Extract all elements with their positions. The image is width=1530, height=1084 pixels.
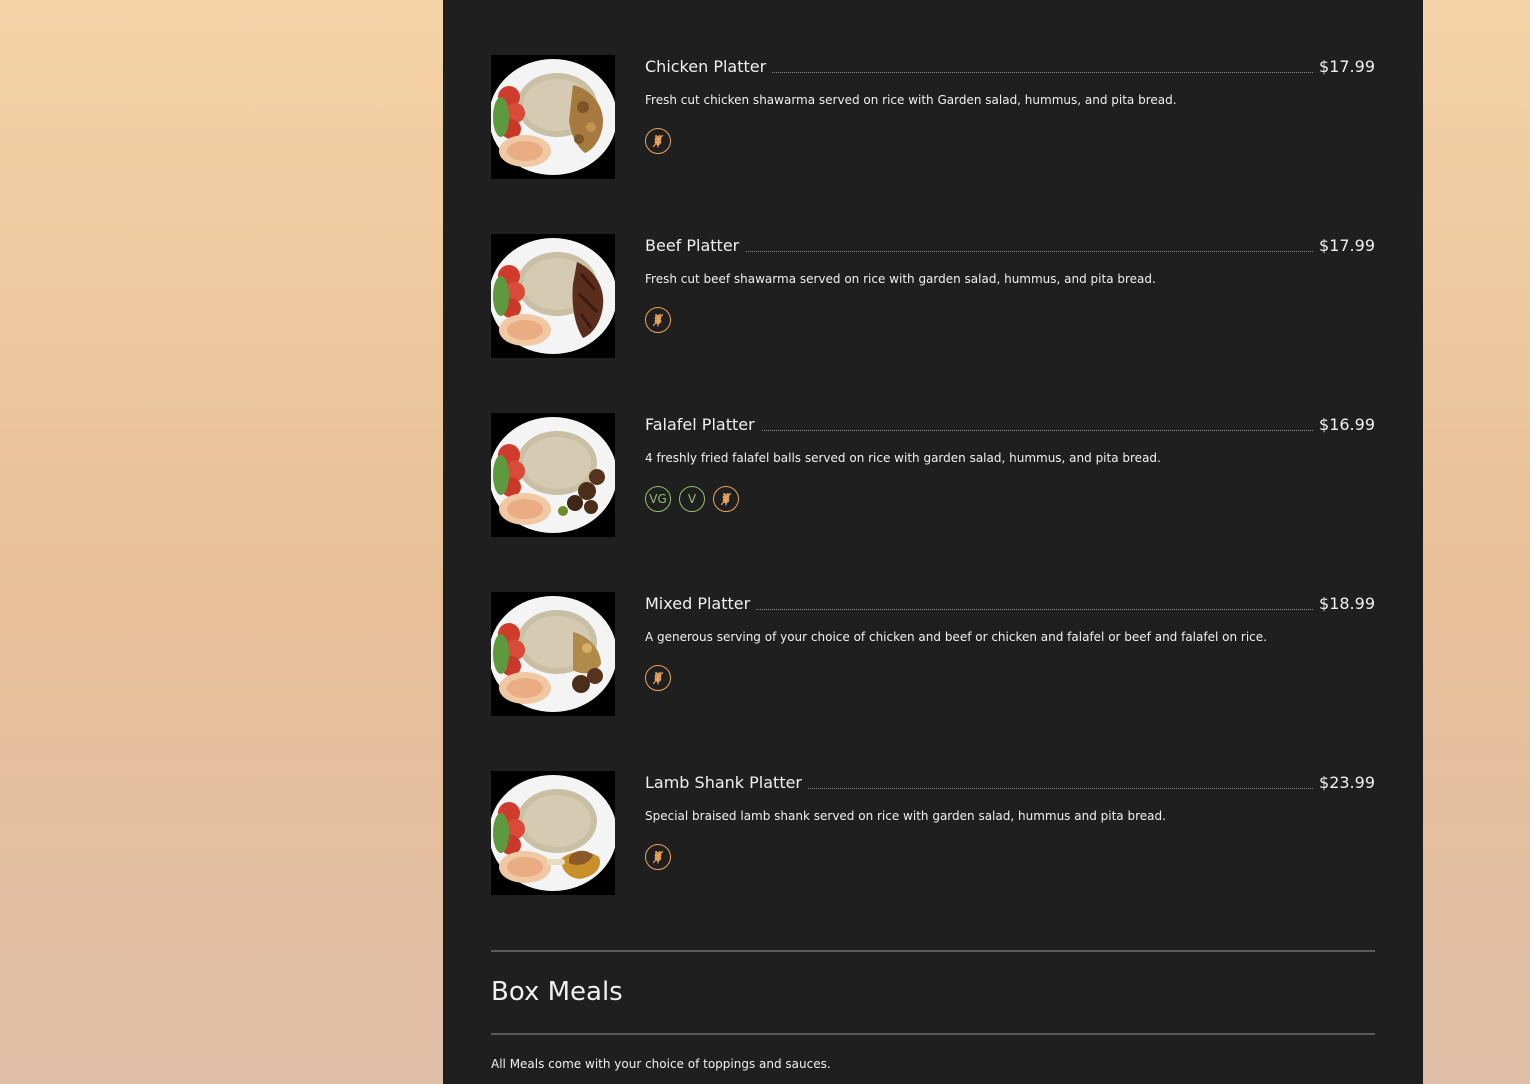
menu-panel: Chicken Platter $17.99 Fresh cut chicken… xyxy=(443,0,1423,1084)
section-divider-top xyxy=(491,950,1375,952)
dietary-badges xyxy=(645,665,671,691)
leader-dots xyxy=(645,250,1317,252)
section-title: Box Meals xyxy=(491,977,623,1007)
gluten-free-icon xyxy=(713,486,739,512)
item-name: Beef Platter xyxy=(645,236,746,256)
item-description: Fresh cut beef shawarma served on rice w… xyxy=(645,272,1156,286)
gluten-free-icon xyxy=(645,307,671,333)
item-price: $17.99 xyxy=(1313,57,1375,77)
item-description: Special braised lamb shank served on ric… xyxy=(645,809,1166,823)
dietary-badges xyxy=(645,307,671,333)
item-description: 4 freshly fried falafel balls served on … xyxy=(645,451,1161,465)
menu-item-mixed-platter[interactable]: Mixed Platter $18.99 A generous serving … xyxy=(491,592,1375,716)
menu-item-lamb-shank-platter[interactable]: Lamb Shank Platter $23.99 Special braise… xyxy=(491,771,1375,895)
dish-photo[interactable] xyxy=(491,771,615,895)
item-description: A generous serving of your choice of chi… xyxy=(645,630,1267,644)
menu-item-chicken-platter[interactable]: Chicken Platter $17.99 Fresh cut chicken… xyxy=(491,55,1375,179)
dietary-badges xyxy=(645,128,671,154)
item-price: $23.99 xyxy=(1313,773,1375,793)
dish-photo[interactable] xyxy=(491,592,615,716)
menu-item-beef-platter[interactable]: Beef Platter $17.99 Fresh cut beef shawa… xyxy=(491,234,1375,358)
item-name: Chicken Platter xyxy=(645,57,773,77)
item-price: $16.99 xyxy=(1313,415,1375,435)
item-price: $17.99 xyxy=(1313,236,1375,256)
item-price: $18.99 xyxy=(1313,594,1375,614)
vegetarian-icon: V xyxy=(679,486,705,512)
gluten-free-icon xyxy=(645,128,671,154)
item-name: Lamb Shank Platter xyxy=(645,773,809,793)
gluten-free-icon xyxy=(645,844,671,870)
dish-photo[interactable] xyxy=(491,55,615,179)
dietary-badges: VG V xyxy=(645,486,739,512)
item-name: Falafel Platter xyxy=(645,415,761,435)
item-description: Fresh cut chicken shawarma served on ric… xyxy=(645,93,1177,107)
section-divider-bottom xyxy=(491,1033,1375,1035)
gluten-free-icon xyxy=(645,665,671,691)
dietary-badges xyxy=(645,844,671,870)
menu-item-falafel-platter[interactable]: Falafel Platter $16.99 4 freshly fried f… xyxy=(491,413,1375,537)
dish-photo[interactable] xyxy=(491,234,615,358)
vegan-icon: VG xyxy=(645,486,671,512)
section-note: All Meals come with your choice of toppi… xyxy=(491,1057,831,1071)
dish-photo[interactable] xyxy=(491,413,615,537)
item-name: Mixed Platter xyxy=(645,594,757,614)
